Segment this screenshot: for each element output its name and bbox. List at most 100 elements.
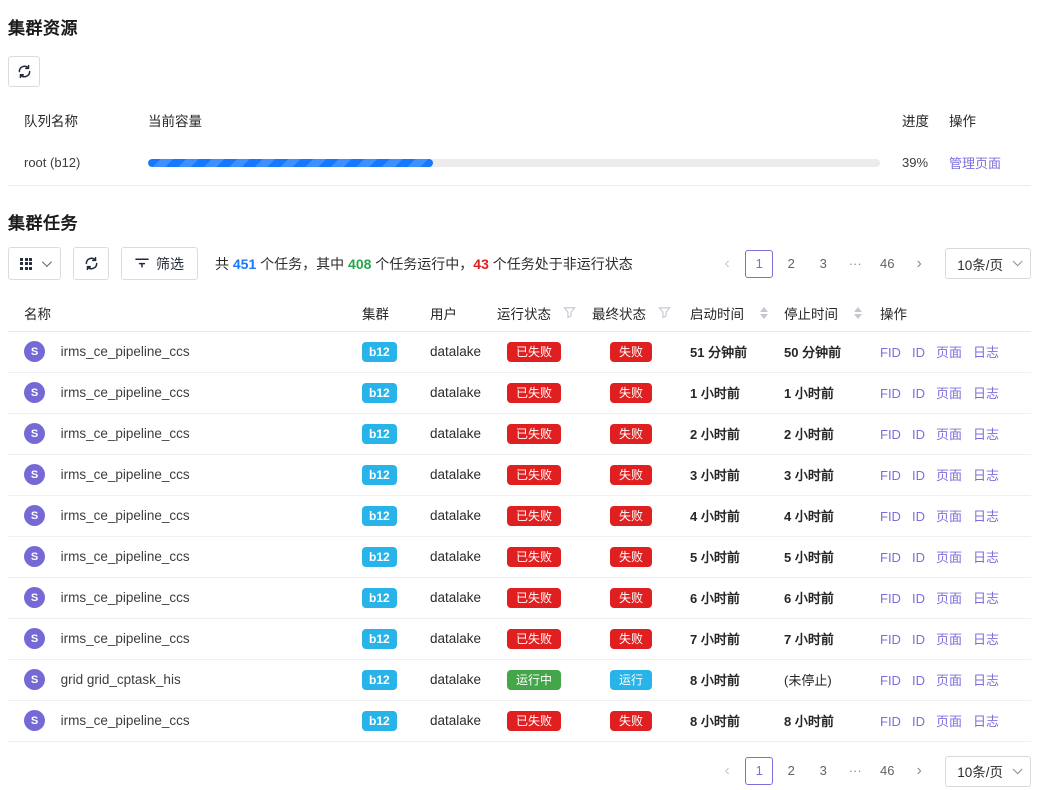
column-settings-button[interactable] xyxy=(8,247,61,280)
action-link-fid[interactable]: FID xyxy=(880,509,901,524)
action-link-id[interactable]: ID xyxy=(912,591,925,606)
action-link-page[interactable]: 页面 xyxy=(936,550,962,565)
action-link-fid[interactable]: FID xyxy=(880,386,901,401)
action-link-log[interactable]: 日志 xyxy=(973,591,999,606)
action-link-fid[interactable]: FID xyxy=(880,550,901,565)
non-running-count: 43 xyxy=(473,256,489,272)
total-count: 451 xyxy=(233,256,256,272)
action-link-log[interactable]: 日志 xyxy=(973,550,999,565)
cluster-badge: b12 xyxy=(362,711,397,731)
action-link-fid[interactable]: FID xyxy=(880,468,901,483)
chevron-down-icon xyxy=(42,257,52,267)
action-link-page[interactable]: 页面 xyxy=(936,345,962,360)
task-name: irms_ce_pipeline_ccs xyxy=(61,549,190,564)
final-status-column-header: 最终状态 xyxy=(592,303,646,323)
action-link-log[interactable]: 日志 xyxy=(973,345,999,360)
pagination-next-button[interactable]: › xyxy=(905,250,933,278)
task-name: irms_ce_pipeline_ccs xyxy=(61,508,190,523)
action-link-id[interactable]: ID xyxy=(912,509,925,524)
action-link-page[interactable]: 页面 xyxy=(936,427,962,442)
final-status-badge: 运行 xyxy=(610,670,652,690)
final-status-badge: 失败 xyxy=(610,547,652,567)
tasks-refresh-button[interactable] xyxy=(73,247,109,280)
pagination-page-2[interactable]: 2 xyxy=(777,250,805,278)
final-status-badge: 失败 xyxy=(610,424,652,444)
start-time-cell: 4 小时前 xyxy=(684,495,778,536)
action-link-page[interactable]: 页面 xyxy=(936,673,962,688)
action-link-fid[interactable]: FID xyxy=(880,714,901,729)
pagination-prev-button[interactable]: ‹ xyxy=(713,250,741,278)
action-link-id[interactable]: ID xyxy=(912,550,925,565)
action-link-id[interactable]: ID xyxy=(912,427,925,442)
pagination-page-3[interactable]: 3 xyxy=(809,250,837,278)
avatar: S xyxy=(24,382,45,403)
action-link-fid[interactable]: FID xyxy=(880,591,901,606)
start-time-cell: 5 小时前 xyxy=(684,536,778,577)
action-link-page[interactable]: 页面 xyxy=(936,468,962,483)
action-link-fid[interactable]: FID xyxy=(880,632,901,647)
table-row: S grid grid_cptask_his b12 datalake 运行中 … xyxy=(8,659,1031,700)
run-status-badge: 已失败 xyxy=(507,588,561,608)
action-link-log[interactable]: 日志 xyxy=(973,468,999,483)
actions-column-header: 操作 xyxy=(880,295,1031,331)
action-link-id[interactable]: ID xyxy=(912,468,925,483)
action-link-fid[interactable]: FID xyxy=(880,345,901,360)
capacity-header: 当前容量 xyxy=(148,110,902,130)
page-size-label: 10条/页 xyxy=(957,254,1003,274)
refresh-icon xyxy=(84,256,99,271)
page-size-select[interactable]: 10条/页 xyxy=(945,248,1031,279)
funnel-filter-icon[interactable] xyxy=(563,306,576,319)
table-row: S irms_ce_pipeline_ccs b12 datalake 已失败 … xyxy=(8,495,1031,536)
action-link-log[interactable]: 日志 xyxy=(973,673,999,688)
action-link-page[interactable]: 页面 xyxy=(936,632,962,647)
user-cell: datalake xyxy=(430,413,497,454)
stop-time-cell: 7 小时前 xyxy=(778,618,880,659)
table-row: S irms_ce_pipeline_ccs b12 datalake 已失败 … xyxy=(8,577,1031,618)
funnel-filter-icon[interactable] xyxy=(658,306,671,319)
sort-carets-icon[interactable] xyxy=(854,307,862,319)
filter-button[interactable]: 筛选 xyxy=(121,247,198,280)
manage-page-link[interactable]: 管理页面 xyxy=(949,156,1001,171)
page-size-select[interactable]: 10条/页 xyxy=(945,756,1031,787)
stop-time-cell: 8 小时前 xyxy=(778,700,880,741)
pagination-page-46[interactable]: 46 xyxy=(873,250,901,278)
pagination-prev-button[interactable]: ‹ xyxy=(713,757,741,785)
stop-time-column-header: 停止时间 xyxy=(784,303,838,323)
pagination-page-46[interactable]: 46 xyxy=(873,757,901,785)
cluster-badge: b12 xyxy=(362,424,397,444)
action-link-fid[interactable]: FID xyxy=(880,427,901,442)
action-link-log[interactable]: 日志 xyxy=(973,632,999,647)
pagination-page-3[interactable]: 3 xyxy=(809,757,837,785)
action-link-page[interactable]: 页面 xyxy=(936,386,962,401)
progress-percent: 39% xyxy=(902,155,949,170)
resources-table-row: root (b12) 39% 管理页面 xyxy=(8,140,1031,186)
table-row: S irms_ce_pipeline_ccs b12 datalake 已失败 … xyxy=(8,454,1031,495)
action-link-log[interactable]: 日志 xyxy=(973,509,999,524)
refresh-icon xyxy=(17,64,32,79)
sort-carets-icon[interactable] xyxy=(760,307,768,319)
action-link-page[interactable]: 页面 xyxy=(936,591,962,606)
pagination-page-1[interactable]: 1 xyxy=(745,250,773,278)
avatar: S xyxy=(24,546,45,567)
pagination-page-1[interactable]: 1 xyxy=(745,757,773,785)
run-status-badge: 已失败 xyxy=(507,629,561,649)
action-link-page[interactable]: 页面 xyxy=(936,714,962,729)
action-link-log[interactable]: 日志 xyxy=(973,386,999,401)
pagination-page-2[interactable]: 2 xyxy=(777,757,805,785)
action-link-id[interactable]: ID xyxy=(912,673,925,688)
action-link-id[interactable]: ID xyxy=(912,714,925,729)
action-link-log[interactable]: 日志 xyxy=(973,714,999,729)
avatar: S xyxy=(24,587,45,608)
action-link-id[interactable]: ID xyxy=(912,632,925,647)
action-link-log[interactable]: 日志 xyxy=(973,427,999,442)
final-status-badge: 失败 xyxy=(610,506,652,526)
chevron-down-icon xyxy=(1013,764,1023,774)
pagination-next-button[interactable]: › xyxy=(905,757,933,785)
resources-refresh-button[interactable] xyxy=(8,56,40,87)
action-link-id[interactable]: ID xyxy=(912,386,925,401)
action-link-id[interactable]: ID xyxy=(912,345,925,360)
action-link-page[interactable]: 页面 xyxy=(936,509,962,524)
cluster-badge: b12 xyxy=(362,629,397,649)
run-status-badge: 运行中 xyxy=(507,670,561,690)
action-link-fid[interactable]: FID xyxy=(880,673,901,688)
